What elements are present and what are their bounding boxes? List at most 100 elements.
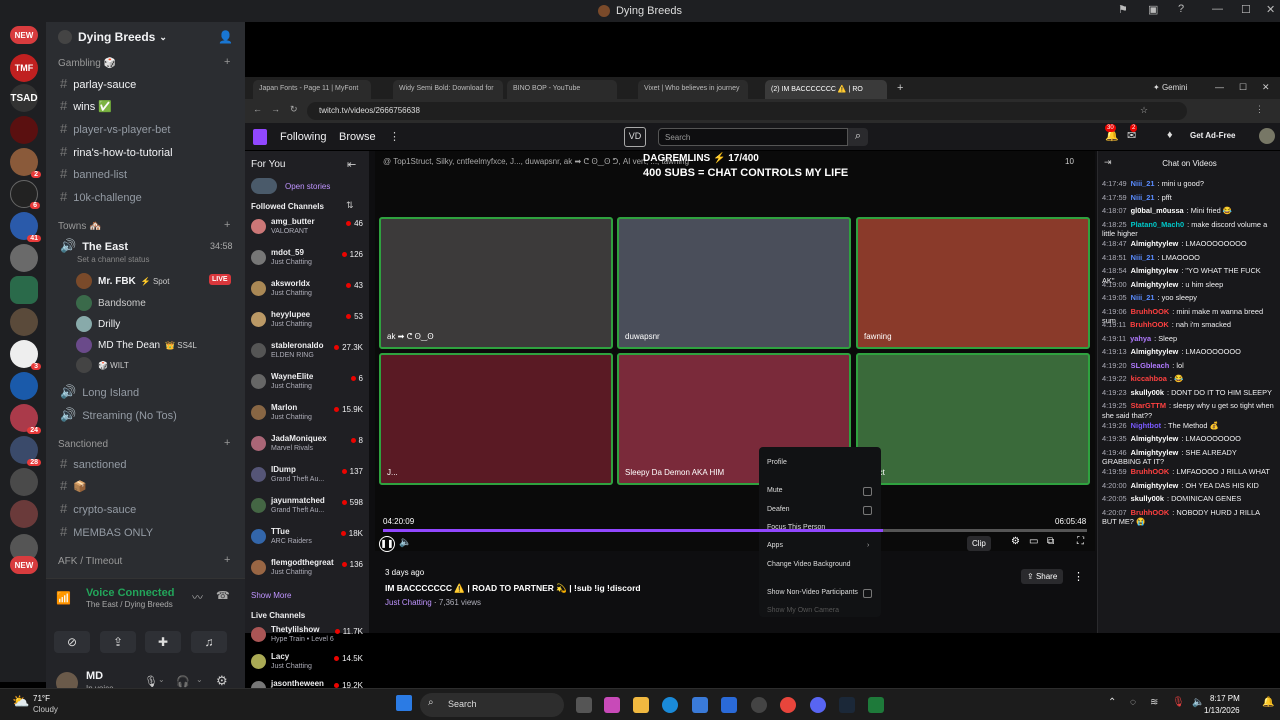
server-icon-tsad[interactable]: TSAD [10, 84, 38, 112]
gemini-button[interactable]: ✦ Gemini [1153, 83, 1187, 92]
forward-icon[interactable]: → [271, 104, 280, 114]
chat-username[interactable]: skully00k [1131, 494, 1164, 503]
video-tile[interactable]: ak ➡ ᕦ ʘ‿ʘ [379, 217, 613, 349]
chat-username[interactable]: BruhhOOK [1131, 307, 1170, 316]
chat-username[interactable]: Niii_21 [1131, 293, 1155, 302]
minimize-button[interactable]: — [1212, 3, 1223, 15]
voice-user-mr-fbk[interactable]: Mr. FBK ⚡ Spot [76, 273, 169, 289]
pause-button[interactable]: ❚❚ [379, 536, 395, 552]
channel-crypto-sauce[interactable]: # crypto-sauce [60, 501, 136, 516]
channel-membas-only[interactable]: # MEMBAS ONLY [60, 524, 153, 539]
channel-player-vs-player-bet[interactable]: # player-vs-player-bet [60, 121, 170, 136]
get-ad-free-button[interactable]: Get Ad-Free [1190, 131, 1236, 140]
followed-channel[interactable]: jayunmatched Grand Theft Au... 598 [251, 496, 363, 515]
settings-gear-icon[interactable]: ⚙ [1011, 536, 1020, 547]
followed-channel[interactable]: heyylupee Just Chatting 53 [251, 310, 363, 329]
stories-avatars[interactable] [251, 178, 277, 194]
clip-button[interactable]: Clip [967, 536, 991, 551]
store-icon[interactable] [692, 697, 708, 713]
server-icon[interactable] [10, 468, 38, 496]
sort-icon[interactable]: ⇅ [346, 200, 354, 211]
open-stories-link[interactable]: Open stories [285, 182, 330, 191]
show-more-link[interactable]: Show More [251, 591, 291, 600]
browser-tab[interactable]: Vixet | Who believes in journey [638, 80, 748, 99]
server-icon[interactable] [10, 500, 38, 528]
chat-username[interactable]: SLGbleach [1131, 361, 1170, 370]
browser-tab-active[interactable]: (2) IM BACCCCCCC ⚠️ | RO [765, 80, 887, 99]
invite-people-icon[interactable]: 👤 [218, 30, 233, 44]
popout-icon[interactable]: ⧉ [1047, 536, 1054, 547]
live-channel[interactable]: Lacy Just Chatting 14.5K [251, 652, 363, 671]
user-avatar[interactable] [1259, 128, 1275, 144]
voice-user-drilly[interactable]: Drilly [76, 316, 120, 332]
more-icon[interactable]: ⋮ [389, 130, 400, 143]
followed-channel[interactable]: amg_butter VALORANT 46 [251, 217, 363, 236]
maximize-button[interactable]: ☐ [1241, 3, 1251, 16]
live-channel[interactable]: Thetylilshow Hype Train • Level 6 11.7K [251, 625, 363, 644]
chat-username[interactable]: Almightyylew [1131, 481, 1179, 490]
share-button[interactable]: ⇪ Share [1021, 569, 1064, 584]
category-gambling[interactable]: Gambling 🎲 [58, 58, 116, 69]
voice-location[interactable]: The East / Dying Breeds [86, 600, 173, 609]
close-button[interactable]: ✕ [1262, 82, 1270, 93]
followed-channel[interactable]: mdot_59 Just Chatting 126 [251, 248, 363, 267]
bookmark-star-icon[interactable]: ☆ [1140, 105, 1148, 116]
add-channel-icon[interactable]: + [224, 56, 230, 68]
voice-user-wilt[interactable]: 🎲 WILT [76, 357, 129, 373]
chat-username[interactable]: BruhhOOK [1131, 508, 1170, 517]
chat-username[interactable]: Almightyylew [1131, 434, 1179, 443]
menu-item-deafen[interactable]: Deafen [767, 506, 790, 513]
collapse-icon[interactable]: ⇤ [347, 158, 356, 171]
channel-parlay-sauce[interactable]: # parlay-sauce [60, 76, 136, 91]
notifications-icon[interactable]: 🔔 [1262, 697, 1274, 708]
disconnect-icon[interactable]: ☎ [216, 589, 230, 602]
video-tile[interactable]: fawning [856, 217, 1090, 349]
server-icon[interactable] [10, 116, 38, 144]
menu-item-mute[interactable]: Mute [767, 487, 783, 494]
followed-channel[interactable]: Marlon Just Chatting 15.9K [251, 403, 363, 422]
tray-chevron-icon[interactable]: ⌃ [1108, 697, 1116, 708]
chat-username[interactable]: kiccahboa [1131, 374, 1167, 383]
video-tile[interactable]: Struct [856, 353, 1090, 485]
back-icon[interactable]: ← [253, 104, 262, 114]
browser-tab[interactable]: Widy Semi Bold: Download for [393, 80, 503, 99]
chat-username[interactable]: Almightyylew [1131, 280, 1179, 289]
channel-banned-list[interactable]: # banned-list [60, 166, 127, 181]
soundboard-button[interactable]: ♫ [191, 631, 227, 653]
show-non-video-checkbox[interactable] [863, 589, 872, 598]
voice-channel-long-island[interactable]: 🔊 Long Island [60, 384, 139, 400]
chat-username[interactable]: Niii_21 [1131, 253, 1155, 262]
server-icon[interactable] [10, 372, 38, 400]
chat-username[interactable]: Almightyylew [1131, 347, 1179, 356]
followed-channel[interactable]: flemgodthegreat Just Chatting 136 [251, 558, 363, 577]
search-input[interactable]: Search [658, 128, 848, 146]
chevron-down-icon[interactable]: ⌄ [158, 675, 165, 684]
clock-date[interactable]: 1/13/2026 [1204, 706, 1240, 715]
add-channel-icon[interactable]: + [224, 437, 230, 449]
menu-item-show-own-camera[interactable]: Show My Own Camera [767, 607, 839, 614]
menu-icon[interactable]: ⋮ [1255, 104, 1264, 115]
new-servers-pill[interactable]: NEW [10, 26, 38, 44]
voice-channel-the-east[interactable]: 🔊 The East [60, 238, 128, 254]
channel-10k-challenge[interactable]: #10k-challenge [60, 189, 142, 204]
voice-user-md-the-dean[interactable]: MD The Dean 👑 SS4L [76, 337, 197, 353]
followed-channel[interactable]: stableronaldo ELDEN RING 27.3K [251, 341, 363, 360]
maximize-button[interactable]: ☐ [1239, 82, 1247, 93]
twitch-logo-icon[interactable] [253, 129, 267, 145]
search-icon[interactable]: ⌕ [848, 128, 868, 146]
server-icon[interactable]: 6 [10, 180, 40, 209]
reload-icon[interactable]: ↻ [290, 104, 298, 115]
fullscreen-icon[interactable]: ⛶ [1077, 536, 1084, 547]
chat-username[interactable]: skully00k [1131, 388, 1164, 397]
app-icon[interactable] [751, 697, 767, 713]
chat-username[interactable]: Platan0_Mach0 [1131, 220, 1184, 229]
chat-username[interactable]: yahya [1130, 334, 1151, 343]
channel-sanctioned[interactable]: # sanctioned [60, 456, 126, 471]
crown-icon[interactable]: ♦ [1167, 129, 1173, 141]
volume-icon[interactable]: 🔈 [399, 537, 411, 548]
video-tile[interactable]: J... [379, 353, 613, 485]
chat-username[interactable]: Niii_21 [1131, 179, 1155, 188]
followed-channel[interactable]: JadaMoniquex Marvel Rivals 8 [251, 434, 363, 453]
chat-username[interactable]: gl0bal_m0ussa [1131, 206, 1184, 215]
category-link[interactable]: Just Chatting [385, 598, 432, 607]
